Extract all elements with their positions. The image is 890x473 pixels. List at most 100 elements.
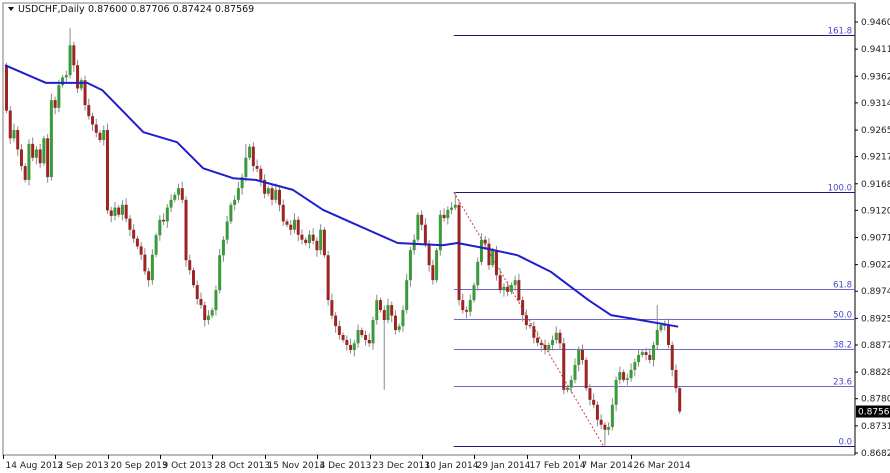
- fib-level-label: 23.6: [833, 378, 852, 388]
- candle-body: [435, 250, 439, 281]
- candle-body: [68, 45, 72, 76]
- candle-body: [210, 310, 214, 316]
- candle-body: [401, 310, 405, 327]
- candle-body: [562, 343, 566, 390]
- candle-body: [322, 229, 326, 256]
- candle-body: [622, 372, 626, 380]
- candle-body: [640, 352, 644, 355]
- candle-body: [453, 204, 457, 208]
- candle-body: [442, 214, 446, 219]
- candle-body: [244, 157, 248, 178]
- candle-body: [53, 100, 57, 108]
- candle-body: [199, 299, 203, 306]
- candle: [218, 248, 222, 294]
- price-chart[interactable]: 161.8 100.0 61.8 50.0 38.2 23.6 0.0 0.94600 0.9…: [0, 0, 890, 473]
- candle-body: [12, 130, 16, 139]
- candle-body: [431, 265, 435, 281]
- candle-body: [165, 207, 169, 222]
- candle-body: [509, 285, 513, 292]
- candle-body: [154, 235, 158, 255]
- candle-body: [652, 344, 656, 360]
- candle-body: [427, 243, 431, 266]
- candle-body: [412, 239, 416, 251]
- candle-body: [521, 300, 525, 316]
- fib-level-label: 161.8: [828, 27, 852, 37]
- candle-body: [278, 189, 282, 205]
- y-tick-label: 0.92170: [861, 153, 890, 163]
- candle-body: [162, 219, 166, 222]
- candle-body: [678, 388, 682, 412]
- candle-body: [188, 260, 192, 271]
- candle-body: [120, 204, 124, 215]
- candle-body: [218, 255, 222, 291]
- candle-body: [46, 138, 50, 178]
- candle-body: [341, 335, 345, 340]
- candle-body: [491, 250, 495, 266]
- candle: [435, 247, 439, 283]
- y-tick-label: 0.87800: [861, 395, 890, 405]
- fib-level-label: 100.0: [828, 184, 852, 194]
- candle-body: [506, 286, 510, 292]
- candle-body: [128, 218, 132, 230]
- candle-body: [98, 132, 102, 141]
- candle-body: [113, 207, 117, 216]
- x-tick-label: 2 Sep 2013: [58, 461, 109, 471]
- candle-body: [34, 149, 38, 158]
- candle-body: [143, 254, 147, 272]
- candle-body: [326, 255, 330, 301]
- candle-body: [117, 207, 121, 215]
- candle: [5, 62, 8, 114]
- candle-body: [666, 325, 670, 345]
- candle-body: [610, 404, 614, 427]
- candle-body: [674, 369, 678, 389]
- candle-body: [577, 349, 581, 365]
- candle: [46, 133, 50, 183]
- candle-body: [76, 65, 80, 89]
- candle-body: [311, 234, 315, 241]
- candle-body: [184, 199, 188, 261]
- candle-body: [229, 204, 233, 222]
- candle-body: [479, 239, 483, 262]
- candle-body: [304, 239, 308, 244]
- candle-body: [352, 343, 356, 350]
- candle-body: [655, 330, 659, 345]
- candle-body: [551, 339, 555, 345]
- y-tick-label: 0.88280: [861, 368, 890, 378]
- y-tick-label: 0.89250: [861, 314, 890, 324]
- candle: [184, 196, 188, 267]
- y-tick-label: 0.93620: [861, 72, 890, 82]
- candle-body: [83, 80, 87, 106]
- candle: [562, 337, 566, 395]
- x-tick-label: 15 Nov 2013: [268, 461, 326, 471]
- y-tick-label: 0.94110: [861, 45, 890, 55]
- candle-body: [300, 234, 304, 240]
- candle: [416, 212, 420, 243]
- candle: [457, 200, 461, 306]
- candle-body: [450, 207, 454, 210]
- candle-body: [543, 344, 547, 350]
- candle-body: [569, 379, 573, 388]
- candle-body: [180, 188, 184, 200]
- y-tick-label: 0.94600: [861, 18, 890, 28]
- candle-body: [644, 352, 648, 355]
- fib-level-label: 38.2: [833, 341, 852, 351]
- candle-body: [319, 229, 323, 251]
- candle-body: [461, 300, 465, 311]
- candle-body: [169, 199, 173, 208]
- candle-body: [27, 143, 31, 180]
- candle-body: [281, 204, 285, 222]
- candle: [154, 232, 158, 258]
- candle: [438, 210, 442, 256]
- chart-ohlc-values: 0.87600 0.87706 0.87424 0.87569: [88, 4, 254, 15]
- candle-body: [457, 204, 461, 301]
- candle-body: [588, 388, 592, 400]
- candle-body: [465, 310, 469, 312]
- candle-body: [16, 130, 20, 150]
- candle-body: [248, 146, 252, 158]
- y-tick-label: 0.93140: [861, 99, 890, 109]
- candle-body: [255, 166, 259, 169]
- candle-body: [31, 143, 35, 158]
- candle-body: [476, 261, 480, 286]
- candle-body: [659, 325, 663, 331]
- candle-body: [423, 224, 427, 244]
